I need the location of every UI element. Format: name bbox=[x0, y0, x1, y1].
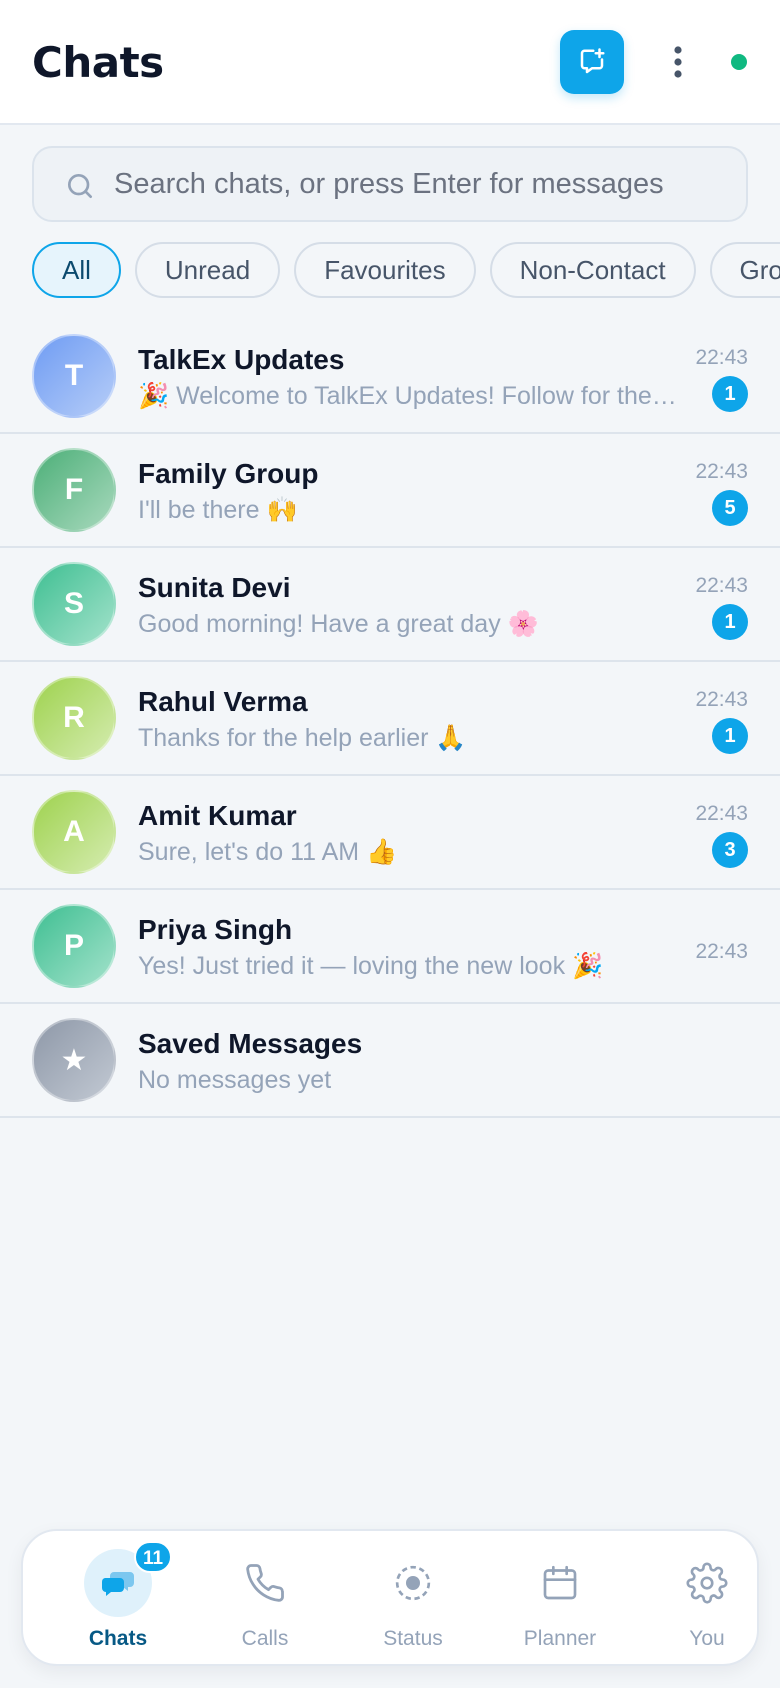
chat-name: Saved Messages bbox=[138, 1028, 363, 1059]
avatar: R bbox=[32, 676, 116, 760]
unread-badge: 1 bbox=[712, 604, 748, 640]
chat-time: 22:43 bbox=[695, 940, 748, 963]
filter-chip-non-contact[interactable]: Non-Contact bbox=[489, 242, 696, 298]
nav-icon-wrap bbox=[231, 1549, 299, 1617]
nav-item-calls[interactable]: Calls bbox=[191, 1531, 339, 1664]
chat-row-family-group[interactable]: F Family Group I'll be there 🙌 22:43 5 bbox=[0, 434, 780, 548]
search-input[interactable] bbox=[114, 148, 734, 220]
chat-name: Amit Kumar bbox=[138, 800, 297, 831]
nav-item-status[interactable]: Status bbox=[339, 1531, 487, 1664]
nav-label: You bbox=[689, 1627, 725, 1650]
avatar: F bbox=[32, 448, 116, 532]
nav-icon-wrap bbox=[379, 1549, 447, 1617]
more-vertical-icon bbox=[674, 46, 682, 78]
chat-preview: 🎉 Welcome to TalkEx Updates! Follow for … bbox=[138, 382, 678, 410]
filter-chips: All Unread Favourites Non-Contact Gro bbox=[32, 242, 780, 300]
chat-name: TalkEx Updates bbox=[138, 344, 345, 375]
nav-icon-wrap bbox=[526, 1549, 594, 1617]
nav-item-you[interactable]: You bbox=[633, 1531, 780, 1664]
chat-preview: No messages yet bbox=[138, 1066, 332, 1094]
chat-time: 22:43 bbox=[695, 688, 748, 711]
chat-name: Sunita Devi bbox=[138, 572, 291, 603]
filter-chip-favourites[interactable]: Favourites bbox=[294, 242, 476, 298]
chat-name: Priya Singh bbox=[138, 914, 293, 945]
nav-item-chats[interactable]: 11 Chats bbox=[44, 1531, 192, 1664]
nav-label: Planner bbox=[523, 1627, 597, 1650]
chat-preview: Sure, let's do 11 AM 👍 bbox=[138, 838, 398, 866]
chat-row-saved-messages[interactable]: ★ Saved Messages No messages yet bbox=[0, 1004, 780, 1118]
chat-name: Rahul Verma bbox=[138, 686, 308, 717]
chat-list: T TalkEx Updates 🎉 Welcome to TalkEx Upd… bbox=[0, 320, 780, 1118]
chat-preview: Good morning! Have a great day 🌸 bbox=[138, 610, 539, 638]
nav-unread-badge: 11 bbox=[134, 1541, 173, 1573]
gear-icon bbox=[686, 1562, 728, 1604]
unread-badge: 1 bbox=[712, 376, 748, 412]
more-options-button[interactable] bbox=[660, 40, 696, 84]
calendar-icon bbox=[543, 1565, 577, 1600]
status-ring-icon bbox=[395, 1565, 431, 1601]
app-header: Chats bbox=[0, 0, 780, 125]
search-bar[interactable] bbox=[32, 146, 748, 222]
avatar: S bbox=[32, 562, 116, 646]
online-status-dot bbox=[731, 54, 747, 70]
chat-time: 22:43 bbox=[695, 574, 748, 597]
unread-badge: 1 bbox=[712, 718, 748, 754]
chat-preview: I'll be there 🙌 bbox=[138, 496, 298, 524]
chat-name: Family Group bbox=[138, 458, 319, 489]
filter-chip-unread[interactable]: Unread bbox=[134, 242, 281, 298]
chat-row-rahul-verma[interactable]: R Rahul Verma Thanks for the help earlie… bbox=[0, 662, 780, 776]
nav-icon-wrap bbox=[673, 1549, 741, 1617]
chat-row-priya-singh[interactable]: P Priya Singh Yes! Just tried it — lovin… bbox=[0, 890, 780, 1004]
avatar: ★ bbox=[32, 1018, 116, 1102]
page-title: Chats bbox=[32, 38, 164, 87]
chat-time: 22:43 bbox=[695, 460, 748, 483]
filter-chip-groups[interactable]: Gro bbox=[709, 242, 780, 298]
chat-row-amit-kumar[interactable]: A Amit Kumar Sure, let's do 11 AM 👍 22:4… bbox=[0, 776, 780, 890]
nav-item-planner[interactable]: Planner bbox=[486, 1531, 634, 1664]
chat-time: 22:43 bbox=[695, 346, 748, 369]
search-icon bbox=[68, 174, 92, 198]
filter-chip-all[interactable]: All bbox=[32, 242, 121, 298]
chat-time: 22:43 bbox=[695, 802, 748, 825]
chat-row-talkex-updates[interactable]: T TalkEx Updates 🎉 Welcome to TalkEx Upd… bbox=[0, 320, 780, 434]
unread-badge: 5 bbox=[712, 490, 748, 526]
nav-label: Chats bbox=[88, 1627, 148, 1650]
chat-preview: Yes! Just tried it — loving the new look… bbox=[138, 952, 604, 980]
chat-row-sunita-devi[interactable]: S Sunita Devi Good morning! Have a great… bbox=[0, 548, 780, 662]
chat-bubbles-icon bbox=[101, 1572, 134, 1596]
phone-icon bbox=[246, 1564, 284, 1602]
nav-label: Calls bbox=[241, 1627, 289, 1650]
new-chat-icon bbox=[580, 48, 605, 74]
avatar: P bbox=[32, 904, 116, 988]
chat-preview: Thanks for the help earlier 🙏 bbox=[138, 724, 467, 752]
avatar: T bbox=[32, 334, 116, 418]
bottom-nav: 11 Chats Calls Status Planner You bbox=[21, 1529, 759, 1666]
nav-label: Status bbox=[383, 1627, 443, 1650]
avatar: A bbox=[32, 790, 116, 874]
new-chat-button[interactable] bbox=[560, 30, 624, 94]
unread-badge: 3 bbox=[712, 832, 748, 868]
